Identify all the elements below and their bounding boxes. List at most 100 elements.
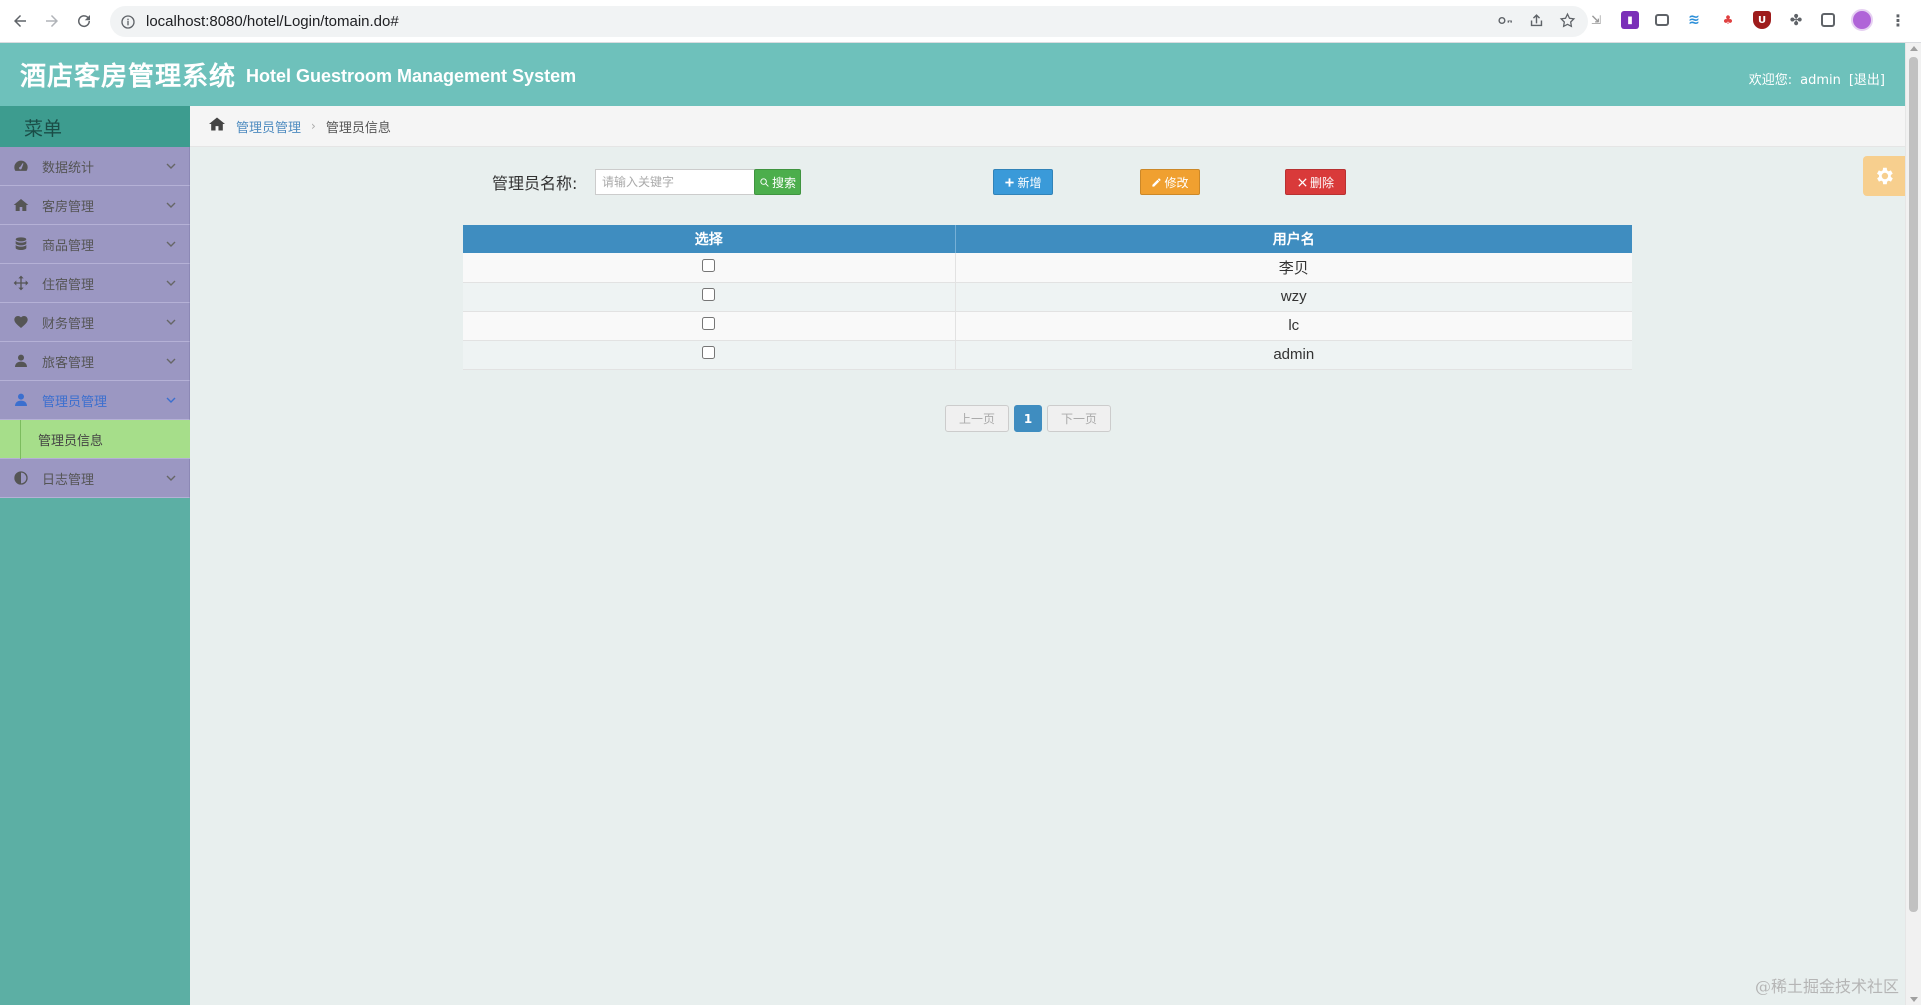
chevron-down-icon xyxy=(166,475,176,481)
window-extension-icon[interactable] xyxy=(1655,14,1669,26)
username-cell: 李贝 xyxy=(955,253,1632,283)
row-checkbox[interactable] xyxy=(702,288,716,301)
edit-button[interactable]: 修改 xyxy=(1140,169,1200,195)
sidebar-item-admins[interactable]: 管理员管理 xyxy=(0,381,190,420)
next-page-button[interactable]: 下一页 xyxy=(1047,405,1111,432)
add-button[interactable]: 新增 xyxy=(993,169,1053,195)
user-icon xyxy=(12,391,30,409)
row-select-cell xyxy=(463,253,956,283)
table-row[interactable]: 李贝 xyxy=(463,253,1632,283)
sidebar-item-label: 数据统计 xyxy=(42,160,95,176)
scroll-thumb[interactable] xyxy=(1909,57,1918,912)
shield-extension-icon[interactable]: U xyxy=(1753,11,1771,29)
dashboard-icon xyxy=(12,157,30,175)
puzzle-icon[interactable]: ✤ xyxy=(1787,11,1805,29)
pencil-icon xyxy=(1152,177,1162,187)
sidebar-item-statistics[interactable]: 数据统计 xyxy=(0,147,190,186)
user-welcome: 欢迎您: admin [退出] xyxy=(1741,69,1885,88)
sidebar-item-goods[interactable]: 商品管理 xyxy=(0,225,190,264)
main-content: 管理员名称: 搜索 新增 修改 删除 选择 用户名 李贝 xyxy=(190,147,1905,1005)
search-label: 管理员名称: xyxy=(492,174,578,193)
username-cell: wzy xyxy=(955,282,1632,312)
sidebar: 菜单 数据统计 客房管理 商品管理 住宿管理 财务管理 旅客管理 管理员管理 管… xyxy=(0,106,190,1005)
watermark: @稀土掘金技术社区 xyxy=(1754,977,1899,996)
purple-extension-icon[interactable]: ▮ xyxy=(1621,11,1639,29)
more-menu-icon[interactable]: ⋮ xyxy=(1889,11,1907,30)
plus-icon xyxy=(1005,177,1015,187)
cursor-extension-icon[interactable]: ⇲ xyxy=(1587,11,1605,29)
address-bar[interactable]: localhost:8080/hotel/Login/tomain.do# xyxy=(110,6,1588,37)
row-select-cell xyxy=(463,282,956,312)
sidebar-item-finance[interactable]: 财务管理 xyxy=(0,303,190,342)
row-checkbox[interactable] xyxy=(702,346,716,359)
layers-extension-icon[interactable]: ≋ xyxy=(1685,11,1703,29)
sidebar-item-label: 客房管理 xyxy=(42,199,95,215)
url-text[interactable]: localhost:8080/hotel/Login/tomain.do# xyxy=(146,13,399,30)
sidebar-item-label: 财务管理 xyxy=(42,316,95,332)
gear-icon xyxy=(1877,167,1893,185)
sidebar-item-label: 日志管理 xyxy=(42,472,95,488)
scroll-down-arrow-icon[interactable] xyxy=(1910,997,1918,1002)
profile-avatar[interactable] xyxy=(1851,9,1873,31)
table-row[interactable]: lc xyxy=(463,311,1632,341)
row-checkbox[interactable] xyxy=(702,258,716,272)
info-icon[interactable] xyxy=(120,14,136,30)
forward-icon[interactable] xyxy=(40,9,64,33)
prev-page-button[interactable]: 上一页 xyxy=(945,405,1009,432)
settings-button[interactable] xyxy=(1863,156,1905,196)
chevron-down-icon xyxy=(166,319,176,325)
sidebar-item-label: 商品管理 xyxy=(42,238,95,254)
browser-toolbar: localhost:8080/hotel/Login/tomain.do# ⇲ … xyxy=(0,0,1921,43)
sidepanel-icon[interactable] xyxy=(1821,13,1835,27)
sidebar-item-guests[interactable]: 旅客管理 xyxy=(0,342,190,381)
adjust-icon xyxy=(12,469,30,487)
sidebar-item-logs[interactable]: 日志管理 xyxy=(0,459,190,498)
sidebar-item-label: 住宿管理 xyxy=(42,277,95,293)
share-icon[interactable] xyxy=(1528,12,1545,29)
chevron-down-icon xyxy=(166,358,176,364)
back-icon[interactable] xyxy=(8,9,32,33)
sidebar-item-lodging[interactable]: 住宿管理 xyxy=(0,264,190,303)
add-button-label: 新增 xyxy=(1017,175,1042,190)
sidebar-item-label: 旅客管理 xyxy=(42,355,95,371)
close-icon xyxy=(1298,177,1307,187)
app-subtitle: Hotel Guestroom Management System xyxy=(246,66,577,86)
star-icon[interactable] xyxy=(1559,12,1576,29)
breadcrumb-current: 管理员信息 xyxy=(325,120,391,136)
page-scrollbar[interactable] xyxy=(1905,43,1921,1005)
search-button[interactable]: 搜索 xyxy=(754,169,801,195)
chevron-down-icon xyxy=(166,202,176,208)
username-cell: lc xyxy=(955,311,1632,341)
database-icon xyxy=(12,235,30,253)
delete-button[interactable]: 删除 xyxy=(1285,169,1346,195)
home-icon[interactable] xyxy=(208,116,226,136)
key-icon[interactable] xyxy=(1497,12,1514,29)
breadcrumb-separator-icon: › xyxy=(311,119,316,133)
table-row[interactable]: admin xyxy=(463,340,1632,370)
home-icon xyxy=(12,196,30,214)
pagination: 上一页 1 下一页 xyxy=(945,405,1111,432)
logout-link[interactable]: [退出] xyxy=(1849,73,1885,88)
sidebar-item-rooms[interactable]: 客房管理 xyxy=(0,186,190,225)
scroll-up-arrow-icon[interactable] xyxy=(1910,46,1918,51)
search-input[interactable] xyxy=(595,169,755,195)
menu-title: 菜单 xyxy=(0,106,190,147)
row-checkbox[interactable] xyxy=(702,317,716,330)
breadcrumb-parent-link[interactable]: 管理员管理 xyxy=(236,117,301,136)
admin-table: 选择 用户名 李贝 wzy lc admin xyxy=(463,225,1632,370)
page-number-button[interactable]: 1 xyxy=(1014,405,1042,432)
search-icon xyxy=(760,177,769,187)
move-icon xyxy=(12,274,30,292)
app-header: 酒店客房管理系统 Hotel Guestroom Management Syst… xyxy=(0,43,1905,106)
edit-button-label: 修改 xyxy=(1164,175,1189,190)
column-header-username: 用户名 xyxy=(955,225,1632,253)
table-row[interactable]: wzy xyxy=(463,282,1632,312)
breadcrumb: 管理员管理 › 管理员信息 xyxy=(190,106,1905,147)
red-extension-icon[interactable]: ♣ xyxy=(1719,11,1737,29)
welcome-label: 欢迎您: xyxy=(1748,73,1793,88)
reload-icon[interactable] xyxy=(72,9,96,33)
app-title: 酒店客房管理系统 xyxy=(20,62,237,92)
omnibox-actions xyxy=(1497,12,1576,29)
chevron-down-icon xyxy=(166,163,176,169)
sidebar-subitem-admin-info[interactable]: 管理员信息 xyxy=(0,420,190,459)
